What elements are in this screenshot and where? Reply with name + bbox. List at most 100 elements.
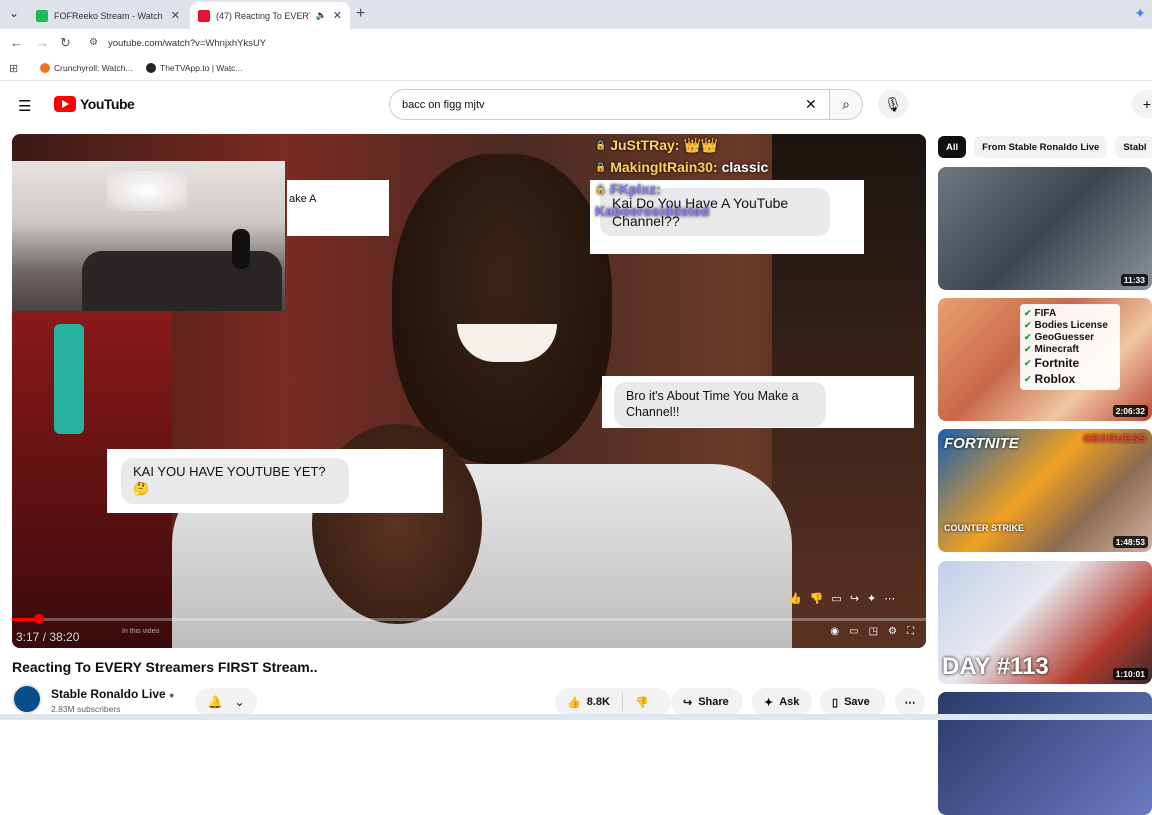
voice-search-button[interactable]: 🎙 xyxy=(878,89,908,119)
player-action-icons: 👍 👎 ▭ ↪ ✦ ⋯ xyxy=(788,592,895,605)
chat-username: MakingItRain30: xyxy=(610,159,718,175)
share-button[interactable]: ↪ Share xyxy=(671,688,743,716)
subscriber-count: 2.83M subscribers xyxy=(51,704,121,714)
related-video-thumbnail[interactable]: 11:33 xyxy=(938,167,1152,290)
ask-label: Ask xyxy=(779,696,800,708)
tab-close-icon[interactable]: ✕ xyxy=(171,9,180,22)
thumbnail-text: COUNTER STRIKE xyxy=(944,523,1025,533)
apps-grid-icon[interactable]: ⊞ xyxy=(9,62,18,75)
more-icon: ⋯ xyxy=(904,696,916,709)
reload-icon[interactable]: ↻ xyxy=(60,35,71,51)
menu-icon[interactable]: ☰ xyxy=(18,97,31,115)
bookmark-label: Crunchyroll: Watch... xyxy=(54,63,133,73)
like-icon[interactable]: 👍 xyxy=(788,592,802,605)
check-icon: ✔ xyxy=(1024,373,1032,384)
games-item: ✔ Bodies License xyxy=(1024,319,1116,331)
games-checklist: ✔ FIFA ✔ Bodies License ✔ GeoGuesser ✔ Minec… xyxy=(1020,304,1120,390)
check-icon: ✔ xyxy=(1024,331,1032,342)
tab-title: FOFReeko Stream - Watch Live xyxy=(54,10,165,21)
subtitles-icon[interactable]: ▭ xyxy=(849,626,858,637)
browser-tab-active[interactable]: (47) Reacting To EVERY Stre 🔈 ✕ xyxy=(190,2,350,29)
thumbnail-text: DAY #113 xyxy=(942,653,1049,680)
fullscreen-icon[interactable]: ⛶ xyxy=(907,626,914,637)
search-button[interactable]: ⌕ xyxy=(829,89,863,120)
clear-search-icon[interactable]: ✕ xyxy=(805,96,817,113)
speaker-icon[interactable]: 🔈 xyxy=(316,10,327,21)
dislike-button-icon[interactable]: 👎 xyxy=(635,696,649,709)
chat-line: 🔒 MakingItRain30: classic xyxy=(595,156,845,178)
webcam-desk xyxy=(82,251,282,311)
related-video-thumbnail[interactable] xyxy=(938,692,1152,815)
games-item: ✔ Minecraft xyxy=(1024,343,1116,355)
more-icon[interactable]: ⋯ xyxy=(884,592,895,605)
miniplayer-icon[interactable]: ◳ xyxy=(869,626,878,637)
progress-bar[interactable] xyxy=(12,614,926,624)
youtube-play-icon xyxy=(54,96,76,112)
sparkle-icon[interactable]: ✦ xyxy=(867,592,876,605)
chevron-down-icon: ⌄ xyxy=(234,695,245,709)
comment-icon[interactable]: ▭ xyxy=(831,592,841,605)
video-title: Reacting To EVERY Streamers FIRST Stream… xyxy=(12,659,318,675)
verified-icon: ● xyxy=(169,690,175,700)
bookmark-crunchyroll[interactable]: Crunchyroll: Watch... xyxy=(40,63,133,73)
back-icon[interactable]: ← xyxy=(10,35,23,50)
crunchyroll-icon xyxy=(40,63,50,73)
like-button-icon[interactable]: 👍 xyxy=(567,696,581,709)
channel-avatar[interactable] xyxy=(12,684,42,714)
game-name: Roblox xyxy=(1034,372,1076,386)
video-duration: 1:10:01 xyxy=(1112,668,1148,680)
chat-username: FKplxz: xyxy=(610,181,661,197)
chip-stable[interactable]: Stabl xyxy=(1115,136,1152,158)
like-dislike-group: 👍 8.8K 👎 xyxy=(555,688,671,716)
tab-favicon-icon xyxy=(36,9,48,22)
more-actions-button[interactable]: ⋯ xyxy=(895,688,925,716)
bookmark-thetvapp[interactable]: TheTVApp.to | Watc... xyxy=(146,63,243,73)
lock-icon: 🔒 xyxy=(595,139,607,150)
new-tab-icon[interactable]: + xyxy=(356,5,365,23)
bookmark-icon: ▯ xyxy=(832,696,839,709)
gemini-icon[interactable]: ✦ xyxy=(1134,5,1146,22)
tab-close-icon[interactable]: ✕ xyxy=(333,9,342,22)
like-count[interactable]: 8.8K xyxy=(587,696,610,708)
site-info-icon[interactable]: ⚙ xyxy=(89,37,98,48)
chip-from-channel[interactable]: From Stable Ronaldo Live xyxy=(974,136,1108,158)
share-icon[interactable]: ↪ xyxy=(850,592,859,605)
chat-username: JuStTRay: xyxy=(610,137,680,153)
related-video-thumbnail[interactable]: FORTNITE GEOGUESS COUNTER STRIKE 1:48:53 xyxy=(938,429,1152,552)
settings-gear-icon[interactable]: ⚙ xyxy=(888,626,897,637)
save-button[interactable]: ▯ Save xyxy=(820,688,886,716)
message-bubble-middle-right: Bro it's About Time You Make a Channel!! xyxy=(602,376,914,428)
tab-search-icon[interactable]: ⌄ xyxy=(6,6,22,22)
check-icon: ✔ xyxy=(1024,319,1032,330)
video-player[interactable]: ake A Kai Do You Have A YouTube Channel?… xyxy=(12,134,926,648)
message-text: KAI YOU HAVE YOUTUBE YET? 🤔 xyxy=(121,458,349,504)
bookmark-label: TheTVApp.to | Watc... xyxy=(160,63,243,73)
chip-all[interactable]: All xyxy=(938,136,967,158)
search-input[interactable]: bacc on figg mjtv xyxy=(389,89,829,120)
channel-name[interactable]: Stable Ronaldo Live ● xyxy=(51,687,174,701)
logo-text: YouTube xyxy=(80,96,135,112)
share-label: Share xyxy=(698,696,729,708)
game-name: Minecraft xyxy=(1034,343,1079,355)
games-item: ✔ FIFA xyxy=(1024,307,1116,319)
create-button[interactable]: + xyxy=(1132,90,1152,118)
related-video-thumbnail[interactable]: ✔ FIFA ✔ Bodies License ✔ GeoGuesser ✔ Minec… xyxy=(938,298,1152,421)
in-video-label[interactable]: In this video xyxy=(122,628,159,635)
dislike-icon[interactable]: 👎 xyxy=(810,592,824,605)
forward-icon[interactable]: → xyxy=(36,35,49,50)
related-video-thumbnail[interactable]: DAY #113 1:10:01 xyxy=(938,561,1152,684)
filter-chips: All From Stable Ronaldo Live Stabl xyxy=(938,136,1152,158)
share-arrow-icon: ↪ xyxy=(683,696,693,709)
player-right-controls: ◉ ▭ ◳ ⚙ ⛶ xyxy=(830,626,914,637)
address-bar[interactable]: youtube.com/watch?v=WhnjxhYksUY xyxy=(108,38,266,49)
check-icon: ✔ xyxy=(1024,357,1032,368)
youtube-logo[interactable]: YouTube xyxy=(54,96,135,112)
notifications-button[interactable]: 🔔 ⌄ xyxy=(195,688,257,716)
autoplay-toggle-icon[interactable]: ◉ xyxy=(830,626,839,637)
browser-tab-inactive[interactable]: FOFReeko Stream - Watch Live ✕ xyxy=(28,2,188,29)
thetvapp-icon xyxy=(146,63,156,73)
video-duration: 11:33 xyxy=(1120,274,1148,286)
ask-button[interactable]: ✦ Ask xyxy=(752,688,812,716)
chat-line: 🔒 JuStTRay: 👑👑 xyxy=(595,134,845,156)
thumbnail-text: FORTNITE xyxy=(944,435,1019,452)
